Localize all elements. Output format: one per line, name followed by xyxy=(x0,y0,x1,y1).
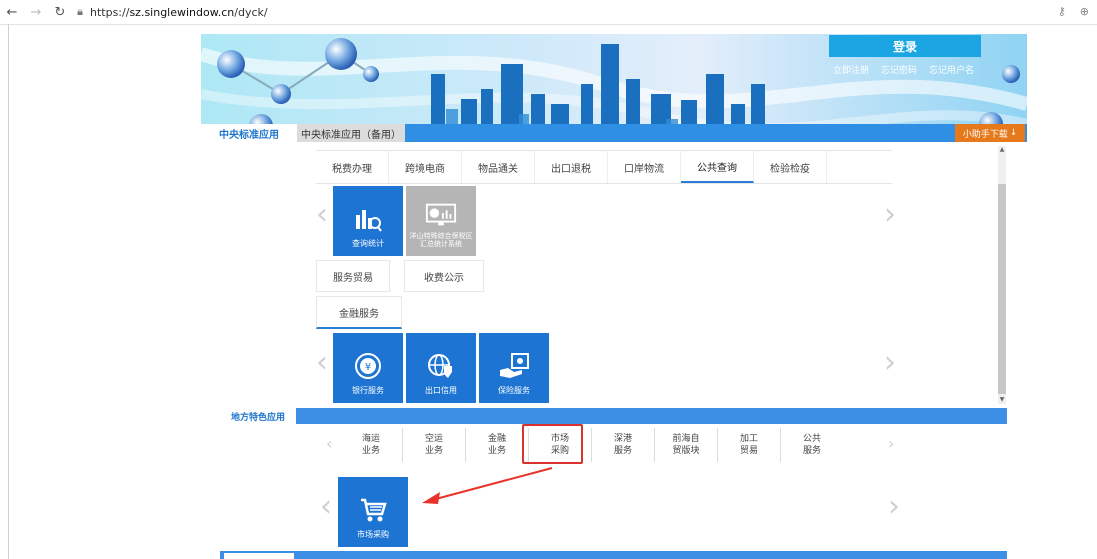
local-item-shenzhen-hk[interactable]: 深港 服务 xyxy=(592,428,655,462)
local-item-shenzhen-hk-label: 深港 服务 xyxy=(613,434,632,456)
local-item-sea-transport-label: 海运 业务 xyxy=(361,434,380,456)
helper-download-button[interactable]: 小助手下载 ↓ xyxy=(955,124,1025,142)
zoom-icon[interactable]: ⊕ xyxy=(1080,5,1089,18)
tab-fee-disclosure[interactable]: 收费公示 xyxy=(404,260,484,292)
svg-text:¥: ¥ xyxy=(365,362,371,373)
url-host: sz.singlewindow.cn xyxy=(129,5,235,19)
annotation-arrow-icon xyxy=(422,467,553,504)
menu-item-port-logistics[interactable]: 口岸物流 xyxy=(608,151,681,183)
tile-yangshan-stats[interactable]: 洋山特殊综合保税区汇总统计系统 xyxy=(406,186,476,256)
login-label: 登录 xyxy=(892,39,917,54)
bar-chart-magnifier-icon xyxy=(352,205,384,233)
forgot-username-link[interactable]: 忘记用户名 xyxy=(929,63,974,76)
yuan-coin-icon: ¥ xyxy=(352,352,384,380)
tab-central-apps[interactable]: 中央标准应用 xyxy=(201,124,297,142)
tab-financial-services[interactable]: 金融服务 xyxy=(316,296,402,329)
register-link[interactable]: 立即注册 xyxy=(833,63,869,76)
browser-toolbar: ← → ↻ 🔒︎ https://sz.singlewindow.cn/dyck… xyxy=(0,0,1097,25)
menu-item-tax[interactable]: 税费办理 xyxy=(316,151,389,183)
download-arrow-icon: ↓ xyxy=(1009,128,1018,138)
local-apps-bar: 地方特色应用 xyxy=(220,408,1007,424)
url-path: /dyck/ xyxy=(234,5,268,19)
menu-item-export-rebate[interactable]: 出口退税 xyxy=(535,151,608,183)
local-apps-menu: 海运 业务 空运 业务 金融 业务 市场 采购 深港 服务 前海自 贸版块 加工… xyxy=(340,428,843,462)
lock-icon: 🔒︎ xyxy=(77,5,83,18)
tile-yangshan-stats-label: 洋山特殊综合保税区汇总统计系统 xyxy=(409,231,473,249)
local-item-finance-label: 金融 业务 xyxy=(487,434,506,456)
address-bar[interactable]: https://sz.singlewindow.cn/dyck/ xyxy=(90,6,268,19)
local-item-finance[interactable]: 金融 业务 xyxy=(466,428,529,462)
login-button[interactable]: 登录 xyxy=(829,35,981,57)
globe-shield-icon xyxy=(425,352,457,380)
frame-divider-left xyxy=(8,24,9,559)
scrollbar-thumb[interactable] xyxy=(998,184,1006,394)
local-item-qianhai-ftz-label: 前海自 贸版块 xyxy=(672,434,700,456)
local-item-air-transport[interactable]: 空运 业务 xyxy=(403,428,466,462)
local-item-air-transport-label: 空运 业务 xyxy=(424,434,443,456)
tab-central-apps-backup[interactable]: 中央标准应用（备用） xyxy=(297,124,405,142)
tile-market-procurement[interactable]: 市场采购 xyxy=(338,477,408,547)
menu-item-ecommerce[interactable]: 跨境电商 xyxy=(389,151,462,183)
tile-export-credit[interactable]: 出口信用 xyxy=(406,333,476,403)
browser-actions: ⚷ ⊕ xyxy=(1058,5,1089,18)
tile-bank-services[interactable]: ¥ 银行服务 xyxy=(333,333,403,403)
tile-market-procurement-label: 市场采购 xyxy=(357,530,389,539)
procurement-next-arrow-icon[interactable]: › xyxy=(888,492,900,522)
tile-query-stats-label: 查询统计 xyxy=(352,239,384,248)
menu-item-goods-clearance[interactable]: 物品通关 xyxy=(462,151,535,183)
bottom-section-tab[interactable] xyxy=(224,553,294,559)
local-prev-arrow-icon[interactable]: ‹ xyxy=(326,436,332,452)
procurement-prev-arrow-icon[interactable]: ‹ xyxy=(320,492,332,522)
menu-item-inspection[interactable]: 检验检疫 xyxy=(754,151,827,183)
safe-hand-icon xyxy=(498,352,530,380)
finance-prev-arrow-icon[interactable]: ‹ xyxy=(316,348,328,378)
tile-query-stats[interactable]: 查询统计 xyxy=(333,186,403,256)
helper-download-label: 小助手下载 xyxy=(962,129,1008,140)
top-tab-bar: 中央标准应用 中央标准应用（备用） 小助手下载 ↓ xyxy=(201,124,1027,142)
url-prefix: https:// xyxy=(90,5,130,19)
local-item-sea-transport[interactable]: 海运 业务 xyxy=(340,428,403,462)
local-item-processing-trade-label: 加工 贸易 xyxy=(739,434,758,456)
scroll-up-icon[interactable]: ▲ xyxy=(998,146,1006,154)
tile-insurance-services-label: 保险服务 xyxy=(498,386,530,395)
local-item-public-services[interactable]: 公共 服务 xyxy=(781,428,843,462)
scroll-down-icon[interactable]: ▼ xyxy=(998,396,1006,404)
prev-arrow-icon[interactable]: ‹ xyxy=(316,200,328,230)
tab-service-trade[interactable]: 服务贸易 xyxy=(316,260,390,292)
local-next-arrow-icon[interactable]: › xyxy=(888,436,894,452)
tab-local-apps[interactable]: 地方特色应用 xyxy=(220,408,296,424)
highlight-box xyxy=(522,424,583,464)
local-item-processing-trade[interactable]: 加工 贸易 xyxy=(718,428,781,462)
next-arrow-icon[interactable]: › xyxy=(884,200,896,230)
bottom-section-bar xyxy=(220,551,1007,559)
account-links: 立即注册 忘记密码 忘记用户名 xyxy=(833,63,974,76)
category-menu: 税费办理 跨境电商 物品通关 出口退税 口岸物流 公共查询 检验检疫 xyxy=(316,150,892,184)
panel-scrollbar[interactable]: ▲ ▼ xyxy=(998,146,1006,404)
forgot-password-link[interactable]: 忘记密码 xyxy=(881,63,917,76)
key-icon[interactable]: ⚷ xyxy=(1058,5,1066,18)
tile-insurance-services[interactable]: 保险服务 xyxy=(479,333,549,403)
tile-export-credit-label: 出口信用 xyxy=(425,386,457,395)
reload-icon[interactable]: ↻ xyxy=(48,5,72,20)
shopping-cart-icon xyxy=(357,496,389,524)
menu-item-empty xyxy=(827,151,899,183)
local-item-public-services-label: 公共 服务 xyxy=(802,434,821,456)
back-icon[interactable]: ← xyxy=(0,5,24,20)
local-item-qianhai-ftz[interactable]: 前海自 贸版块 xyxy=(655,428,718,462)
finance-next-arrow-icon[interactable]: › xyxy=(884,348,896,378)
tile-bank-services-label: 银行服务 xyxy=(352,386,384,395)
forward-icon[interactable]: → xyxy=(24,5,48,20)
menu-item-public-query[interactable]: 公共查询 xyxy=(681,151,754,183)
monitor-chart-icon xyxy=(425,201,457,229)
